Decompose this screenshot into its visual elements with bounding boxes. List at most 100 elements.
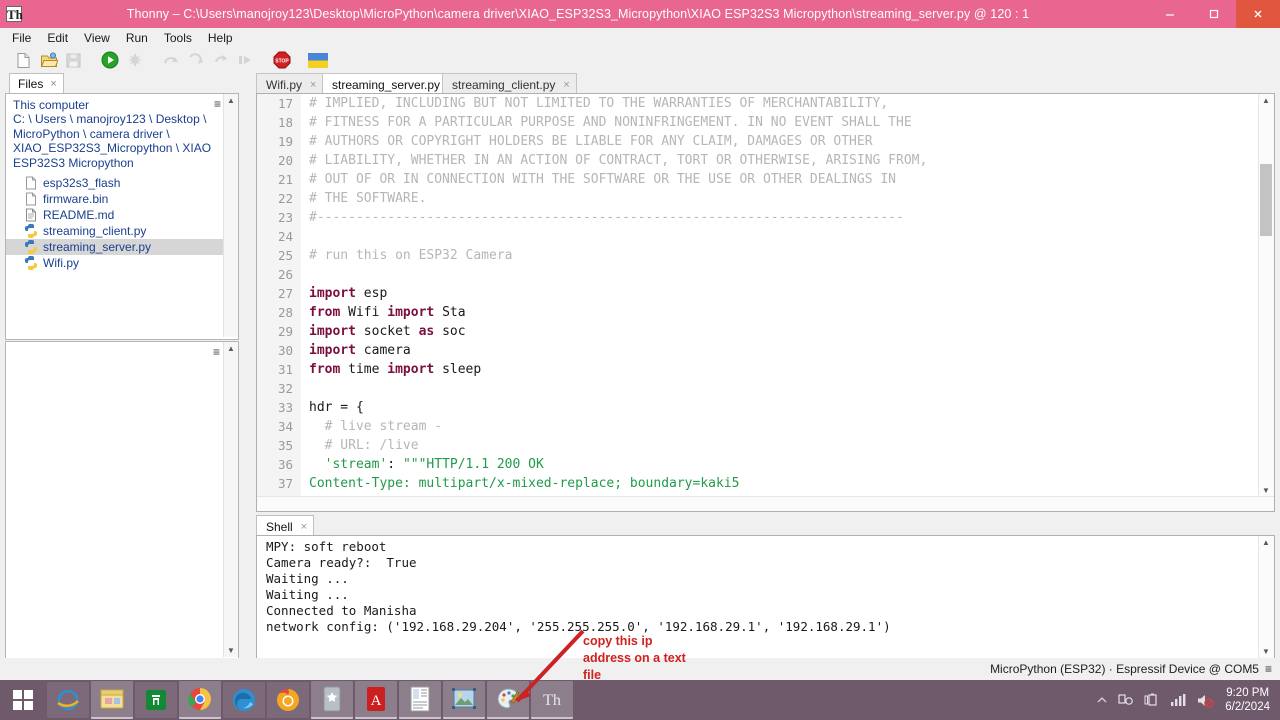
files-lower-menu-icon[interactable]: ≡ — [213, 345, 220, 359]
tab-wifi-py[interactable]: Wifi.py × — [256, 73, 323, 95]
tab-shell-close-icon[interactable]: × — [301, 521, 307, 533]
code-line[interactable]: 25# run this on ESP32 Camera — [257, 246, 1259, 265]
code-line[interactable]: 29import socket as soc — [257, 322, 1259, 341]
menu-view[interactable]: View — [76, 29, 118, 47]
code-line[interactable]: 37Content-Type: multipart/x-mixed-replac… — [257, 474, 1259, 493]
code-line[interactable]: 26 — [257, 265, 1259, 284]
adobe-acrobat-icon[interactable]: A — [355, 681, 397, 719]
code-line[interactable]: 18# FITNESS FOR A PARTICULAR PURPOSE AND… — [257, 113, 1259, 132]
code-line[interactable]: 19# AUTHORS OR COPYRIGHT HOLDERS BE LIAB… — [257, 132, 1259, 151]
files-menu-icon[interactable]: ≡ — [214, 97, 221, 111]
internet-explorer-icon[interactable] — [47, 682, 89, 718]
code-line[interactable]: 27import esp — [257, 284, 1259, 303]
code-line[interactable]: 30import camera — [257, 341, 1259, 360]
code-line[interactable]: 33hdr = { — [257, 398, 1259, 417]
code-line[interactable]: 31from time import sleep — [257, 360, 1259, 379]
code-line[interactable]: 34 # live stream - — [257, 417, 1259, 436]
code-token: #---------------------------------------… — [309, 210, 904, 225]
list-item[interactable]: streaming_client.py — [6, 223, 238, 239]
list-item-label: esp32s3_flash — [43, 176, 120, 190]
files-tree[interactable]: This computer C: \ Users \ manojroy123 \… — [5, 93, 239, 340]
menu-help[interactable]: Help — [200, 29, 241, 47]
microsoft-store-icon[interactable] — [135, 682, 177, 718]
tab-shell[interactable]: Shell × — [256, 515, 314, 537]
start-button[interactable] — [0, 680, 46, 720]
code-line[interactable]: 17# IMPLIED, INCLUDING BUT NOT LIMITED T… — [257, 94, 1259, 113]
close-button[interactable] — [1236, 0, 1280, 28]
debug-icon[interactable] — [122, 48, 147, 72]
editor-horizontal-scrollbar[interactable] — [257, 496, 1274, 511]
code-line-text — [301, 265, 309, 284]
list-item[interactable]: Wifi.py — [6, 255, 238, 271]
code-line[interactable]: 36 'stream': """HTTP/1.1 200 OK — [257, 455, 1259, 474]
list-item[interactable]: README.md — [6, 207, 238, 223]
files-lower-scrollbar[interactable]: ▲ ▼ — [223, 342, 238, 657]
files-lower-pane[interactable]: ≡ ▲ ▼ — [5, 341, 239, 660]
shell-vertical-scrollbar[interactable]: ▲ ▼ — [1258, 536, 1274, 658]
code-line-text: from Wifi import Sta — [301, 303, 466, 322]
network-icon[interactable] — [1118, 693, 1134, 707]
scroll-thumb[interactable] — [1260, 164, 1272, 236]
code-line[interactable]: 32 — [257, 379, 1259, 398]
code-line[interactable]: 21# OUT OF OR IN CONNECTION WITH THE SOF… — [257, 170, 1259, 189]
clock[interactable]: 9:20 PM 6/2/2024 — [1225, 686, 1270, 714]
tab-files[interactable]: Files × — [9, 73, 64, 94]
code-line[interactable]: 22# THE SOFTWARE. — [257, 189, 1259, 208]
menu-run[interactable]: Run — [118, 29, 156, 47]
new-file-icon[interactable] — [11, 48, 36, 72]
code-editor[interactable]: 17# IMPLIED, INCLUDING BUT NOT LIMITED T… — [256, 93, 1275, 512]
tab-close-icon[interactable]: × — [563, 79, 569, 91]
maximize-button[interactable] — [1192, 0, 1236, 28]
volume-muted-icon[interactable] — [1196, 693, 1214, 708]
open-file-icon[interactable] — [36, 48, 61, 72]
run-icon[interactable] — [97, 48, 122, 72]
list-item[interactable]: esp32s3_flash — [6, 175, 238, 191]
bookmark-app-icon[interactable] — [311, 681, 353, 719]
file-explorer-icon[interactable] — [91, 681, 133, 719]
save-file-icon[interactable] — [61, 48, 86, 72]
code-line[interactable]: 35 # URL: /live — [257, 436, 1259, 455]
code-lines[interactable]: 17# IMPLIED, INCLUDING BUT NOT LIMITED T… — [257, 94, 1259, 497]
list-item[interactable]: firmware.bin — [6, 191, 238, 207]
tab-close-icon[interactable]: × — [310, 79, 316, 91]
status-menu-icon[interactable]: ≡ — [1265, 662, 1280, 676]
battery-icon[interactable] — [1144, 693, 1160, 707]
signal-icon[interactable] — [1170, 693, 1186, 707]
list-item-selected[interactable]: streaming_server.py — [6, 239, 238, 255]
annotation-line-2: address on a text — [583, 650, 686, 667]
work-area: Files × This computer C: \ Users \ manoj… — [0, 73, 1280, 658]
firefox-icon[interactable] — [267, 682, 309, 718]
menu-file[interactable]: File — [4, 29, 39, 47]
editor-vertical-scrollbar[interactable]: ▲ ▼ — [1258, 94, 1274, 497]
clock-time: 9:20 PM — [1225, 686, 1270, 700]
code-line[interactable]: 20# LIABILITY, WHETHER IN AN ACTION OF C… — [257, 151, 1259, 170]
shell-console[interactable]: MPY: soft rebootCamera ready?: TrueWaiti… — [256, 535, 1275, 659]
scroll-up-icon[interactable]: ▲ — [1259, 94, 1273, 107]
scroll-up-icon[interactable]: ▲ — [1259, 536, 1273, 549]
files-scrollbar[interactable]: ▲ — [223, 94, 238, 337]
line-number: 35 — [257, 436, 301, 455]
stop-icon[interactable]: STOP — [269, 48, 294, 72]
scroll-down-icon[interactable]: ▼ — [1259, 645, 1273, 658]
code-line[interactable]: 23#-------------------------------------… — [257, 208, 1259, 227]
word-document-icon[interactable] — [399, 681, 441, 719]
tab-files-close-icon[interactable]: × — [50, 78, 56, 90]
line-number: 19 — [257, 132, 301, 151]
chrome-icon[interactable] — [179, 681, 221, 719]
tab-streaming-client-py[interactable]: streaming_client.py × — [442, 73, 577, 95]
scroll-down-icon[interactable]: ▼ — [224, 644, 238, 657]
scroll-up-icon[interactable]: ▲ — [224, 94, 238, 107]
scroll-up-icon[interactable]: ▲ — [224, 342, 238, 355]
edge-icon[interactable] — [223, 682, 265, 718]
menu-tools[interactable]: Tools — [156, 29, 200, 47]
show-hidden-icons-icon[interactable] — [1096, 694, 1108, 706]
code-line[interactable]: 24 — [257, 227, 1259, 246]
menu-edit[interactable]: Edit — [39, 29, 76, 47]
minimize-button[interactable] — [1148, 0, 1192, 28]
system-tray: 9:20 PM 6/2/2024 — [1091, 680, 1280, 720]
photos-icon[interactable] — [443, 681, 485, 719]
ukraine-flag-icon[interactable] — [305, 48, 330, 72]
shell-line: Camera ready?: True — [266, 555, 1258, 571]
interpreter-status[interactable]: MicroPython (ESP32) · Espressif Device @… — [990, 662, 1265, 676]
code-line[interactable]: 28from Wifi import Sta — [257, 303, 1259, 322]
